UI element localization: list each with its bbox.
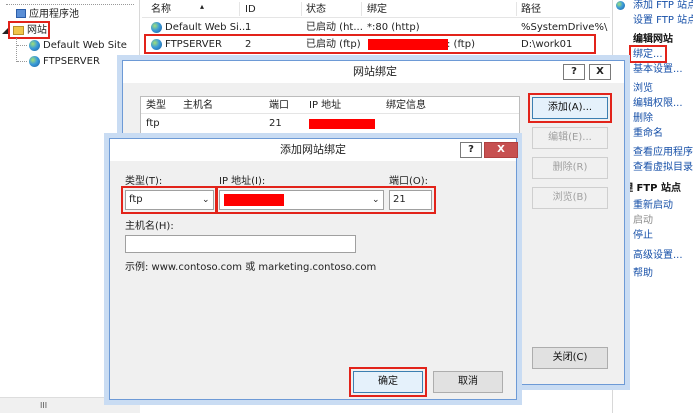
row-name: Default Web Si... <box>165 22 249 33</box>
action-view-vdirs[interactable]: 查看虚拟目录 <box>633 162 693 174</box>
col-divider <box>361 2 362 16</box>
col-host[interactable]: 主机名 <box>183 100 213 112</box>
header-line <box>141 113 519 114</box>
col-ip[interactable]: IP 地址 <box>309 100 341 112</box>
sites-highlight <box>8 21 50 39</box>
col-header-name[interactable]: 名称 <box>151 4 171 16</box>
row-binding: *:80 (http) <box>367 22 420 33</box>
binding-row-type[interactable]: ftp <box>146 118 160 130</box>
col-header-id[interactable]: ID <box>245 4 256 16</box>
action-set-ftp-site[interactable]: 设置 FTP 站点 <box>633 15 693 27</box>
table-header: 名称 ▴ ID 状态 绑定 路径 <box>142 0 610 18</box>
col-divider <box>516 2 517 16</box>
tree-line-h2 <box>17 61 27 62</box>
close-button[interactable]: X <box>484 142 518 158</box>
help-button[interactable]: ? <box>460 142 482 158</box>
col-type[interactable]: 类型 <box>146 100 166 112</box>
action-advanced-settings[interactable]: 高级设置... <box>633 250 683 262</box>
action-view-apps[interactable]: 查看应用程序 <box>633 147 693 159</box>
ftpserver-row-highlight <box>144 34 596 54</box>
globe-icon <box>29 56 40 67</box>
col-header-path[interactable]: 路径 <box>521 4 541 16</box>
remove-binding-button[interactable]: 删除(R) <box>532 157 608 179</box>
tree-item-default-site[interactable]: Default Web Site <box>43 40 127 52</box>
action-stop[interactable]: 停止 <box>633 230 653 242</box>
help-button[interactable]: ? <box>563 64 585 80</box>
tree-top-clipped <box>6 0 134 5</box>
action-basic-settings[interactable]: 基本设置... <box>633 64 683 76</box>
edit-binding-button[interactable]: 编辑(E)... <box>532 127 608 149</box>
example-text: 示例: www.contoso.com 或 marketing.contoso.… <box>125 262 377 273</box>
close-button[interactable]: X <box>589 64 611 80</box>
row-path: %SystemDrive%\ <box>521 22 608 33</box>
action-browse[interactable]: 浏览 <box>633 83 653 95</box>
action-delete[interactable]: 删除 <box>633 113 653 125</box>
ok-button-highlight <box>349 367 427 397</box>
row-id: 1 <box>245 22 252 33</box>
globe-icon <box>151 22 162 33</box>
ftp-add-icon <box>616 1 625 10</box>
col-header-status[interactable]: 状态 <box>306 4 326 16</box>
add-binding-dialog: 添加网站绑定 ? X 类型(T): ftp ⌄ IP 地址(I): ⌄ 端口(O… <box>109 138 518 400</box>
tree-item-app-pools[interactable]: 应用程序池 <box>29 9 79 21</box>
tree-line-h1 <box>17 45 27 46</box>
globe-icon <box>29 40 40 51</box>
redacted-ip <box>309 119 375 129</box>
browse-binding-button[interactable]: 浏览(B) <box>532 187 608 209</box>
action-help[interactable]: 帮助 <box>633 268 653 280</box>
cancel-button[interactable]: 取消 <box>433 371 503 393</box>
bindings-titlebar: 网站绑定 ? X <box>123 61 624 83</box>
host-label: 主机名(H): <box>125 221 174 232</box>
action-restart[interactable]: 重新启动 <box>633 200 673 212</box>
action-edit-permissions[interactable]: 编辑权限... <box>633 98 683 110</box>
col-divider <box>239 2 240 16</box>
scroll-thumb[interactable]: III <box>40 400 47 412</box>
tree-item-ftpserver[interactable]: FTPSERVER <box>43 56 100 68</box>
ip-port-highlight <box>215 186 436 214</box>
type-highlight <box>121 186 218 214</box>
bindings-title: 网站绑定 <box>353 65 397 78</box>
close-dialog-button[interactable]: 关闭(C) <box>532 347 608 369</box>
add-titlebar: 添加网站绑定 ? X <box>110 139 518 161</box>
col-divider <box>301 2 302 16</box>
binding-row-port[interactable]: 21 <box>269 118 282 130</box>
action-rename[interactable]: 重命名 <box>633 128 663 140</box>
tree-line <box>16 38 17 62</box>
col-info[interactable]: 绑定信息 <box>386 100 426 112</box>
col-port[interactable]: 端口 <box>269 100 289 112</box>
host-input[interactable] <box>125 235 356 253</box>
bindings-highlight <box>629 45 667 63</box>
row-status: 已启动 (ht... <box>306 22 363 33</box>
add-title: 添加网站绑定 <box>280 143 346 156</box>
col-header-binding[interactable]: 绑定 <box>367 4 387 16</box>
sites-table: 名称 ▴ ID 状态 绑定 路径 Default Web Si... 1 已启动… <box>142 0 610 62</box>
app-pools-icon <box>16 9 26 18</box>
add-button-highlight <box>528 93 612 123</box>
action-start[interactable]: 启动 <box>633 215 653 227</box>
sort-up-icon: ▴ <box>200 2 205 11</box>
action-add-ftp-site[interactable]: 添加 FTP 站点 <box>633 0 693 12</box>
